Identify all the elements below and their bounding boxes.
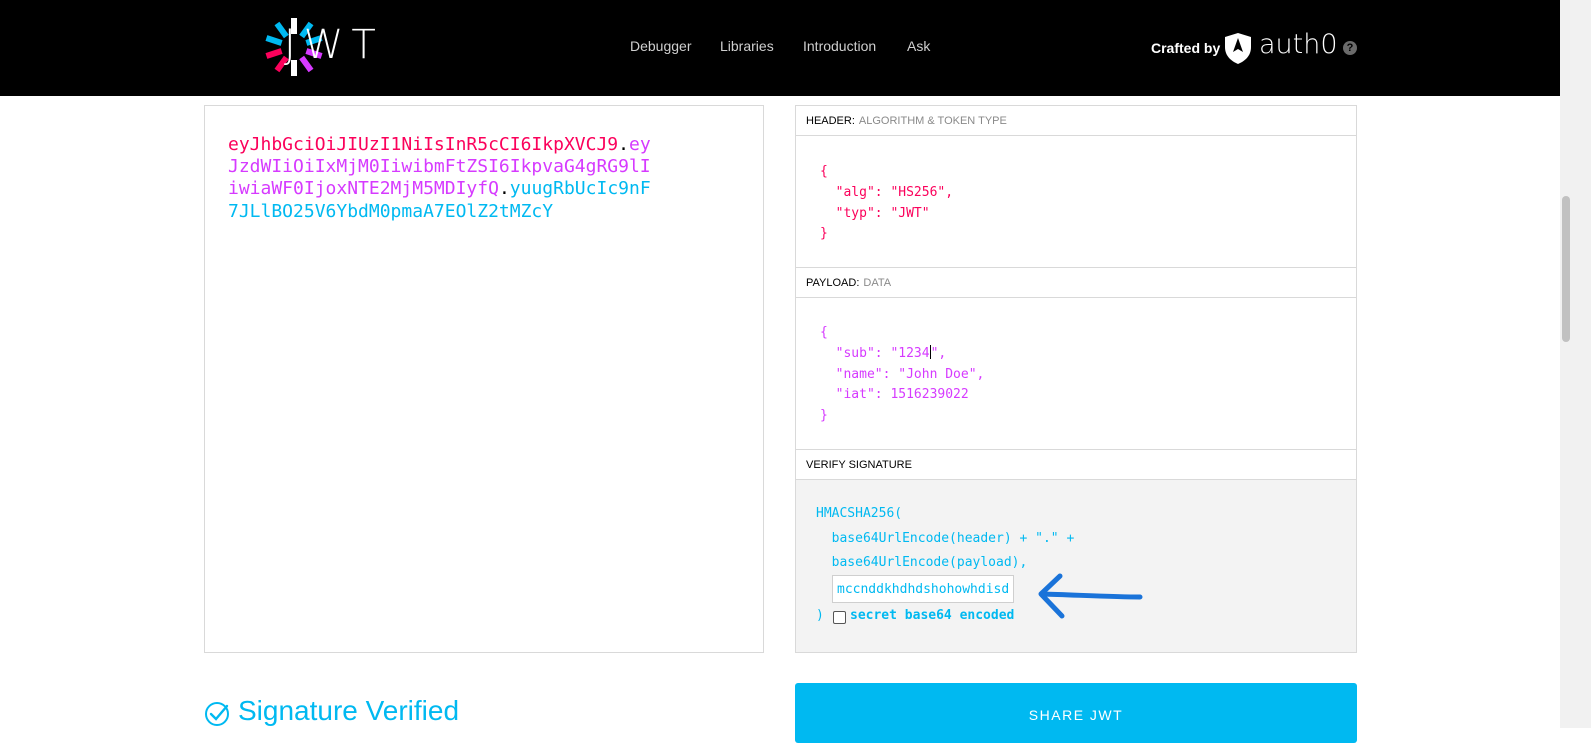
json-sub-text-end: ", bbox=[930, 345, 947, 361]
token-signature-part: 7JLlBO25V6YbdM0pmaA7EOlZ2tMZcY bbox=[228, 200, 554, 222]
token-signature-part: yuugRbUcIc9nF bbox=[509, 178, 651, 200]
secret-input[interactable] bbox=[832, 575, 1014, 603]
payload-title: PAYLOAD: bbox=[806, 277, 860, 289]
nav-introduction[interactable]: Introduction bbox=[803, 38, 876, 54]
token-payload-part: iwiaWF0IjoxNTE2MjM5MDIyfQ bbox=[228, 178, 499, 200]
auth0-brand-text[interactable]: auth0 bbox=[1259, 29, 1338, 60]
help-icon[interactable]: ? bbox=[1343, 41, 1357, 55]
nav-ask[interactable]: Ask bbox=[907, 38, 930, 54]
token-payload-part: JzdWIiOiIxMjM0IiwibmFtZSI6IkpvaG4gRG9lI bbox=[228, 156, 651, 178]
token-dot: . bbox=[498, 178, 510, 200]
header-subtitle: ALGORITHM & TOKEN TYPE bbox=[858, 115, 1007, 127]
verify-code: HMACSHA256( base64UrlEncode(header) + ".… bbox=[816, 502, 1074, 576]
crafted-by-label: Crafted by bbox=[1151, 40, 1221, 56]
hmac-line: HMACSHA256( bbox=[816, 506, 903, 521]
page-scrollbar[interactable] bbox=[1560, 0, 1591, 728]
secret-base64-label[interactable]: secret base64 encoded bbox=[850, 608, 1014, 623]
payload-subtitle: DATA bbox=[863, 277, 892, 289]
json-sub-line: "sub": "1234", bbox=[820, 344, 984, 365]
hmac-header-line: base64UrlEncode(header) + "." + bbox=[816, 530, 1075, 546]
annotation-arrow-icon bbox=[1038, 573, 1143, 619]
json-name-line: "name": "John Doe", bbox=[820, 366, 985, 382]
signature-verified-text: Signature Verified bbox=[238, 695, 460, 726]
check-circle-icon bbox=[205, 702, 229, 726]
header-section-title: HEADER: ALGORITHM & TOKEN TYPE bbox=[796, 106, 1356, 136]
encoded-token-text[interactable]: eyJhbGciOiJIUzI1NiIsInR5cCI6IkpXVCJ9.ey … bbox=[228, 134, 698, 223]
auth0-shield-icon[interactable] bbox=[1224, 32, 1252, 65]
json-brace: } bbox=[820, 408, 828, 424]
json-iat-line: "iat": 1516239022 bbox=[820, 387, 969, 403]
json-brace: { bbox=[820, 164, 828, 179]
scrollbar-thumb[interactable] bbox=[1562, 196, 1570, 342]
payload-json-editor[interactable]: { "sub": "1234", "name": "John Doe", "ia… bbox=[820, 323, 984, 427]
header-json-editor[interactable]: { "alg": "HS256", "typ": "JWT"} bbox=[820, 162, 953, 245]
header-title: HEADER: bbox=[806, 115, 855, 127]
token-dot: . bbox=[618, 134, 629, 155]
top-navigation-bar: JWT Debugger Libraries Introduction Ask … bbox=[0, 0, 1560, 96]
token-header-part: eyJhbGciOiJIUzI1NiIsInR5cCI6IkpXVCJ9 bbox=[228, 134, 619, 155]
json-alg-line: "alg": "HS256", bbox=[820, 184, 954, 200]
json-brace: { bbox=[820, 325, 828, 340]
json-typ-line: "typ": "JWT" bbox=[820, 205, 930, 221]
json-sub-text: "sub": "1234 bbox=[820, 345, 930, 361]
json-brace: } bbox=[820, 226, 828, 242]
secret-base64-checkbox[interactable] bbox=[833, 611, 846, 624]
nav-debugger[interactable]: Debugger bbox=[630, 38, 692, 54]
token-payload-part: ey bbox=[628, 134, 651, 155]
share-jwt-button[interactable]: SHARE JWT bbox=[795, 683, 1357, 743]
logo-text[interactable]: JWT bbox=[284, 22, 384, 68]
verify-section-title: VERIFY SIGNATURE bbox=[796, 450, 1356, 480]
nav-libraries[interactable]: Libraries bbox=[720, 38, 774, 54]
payload-section-title: PAYLOAD: DATA bbox=[796, 268, 1356, 298]
close-paren: ) bbox=[816, 608, 824, 623]
